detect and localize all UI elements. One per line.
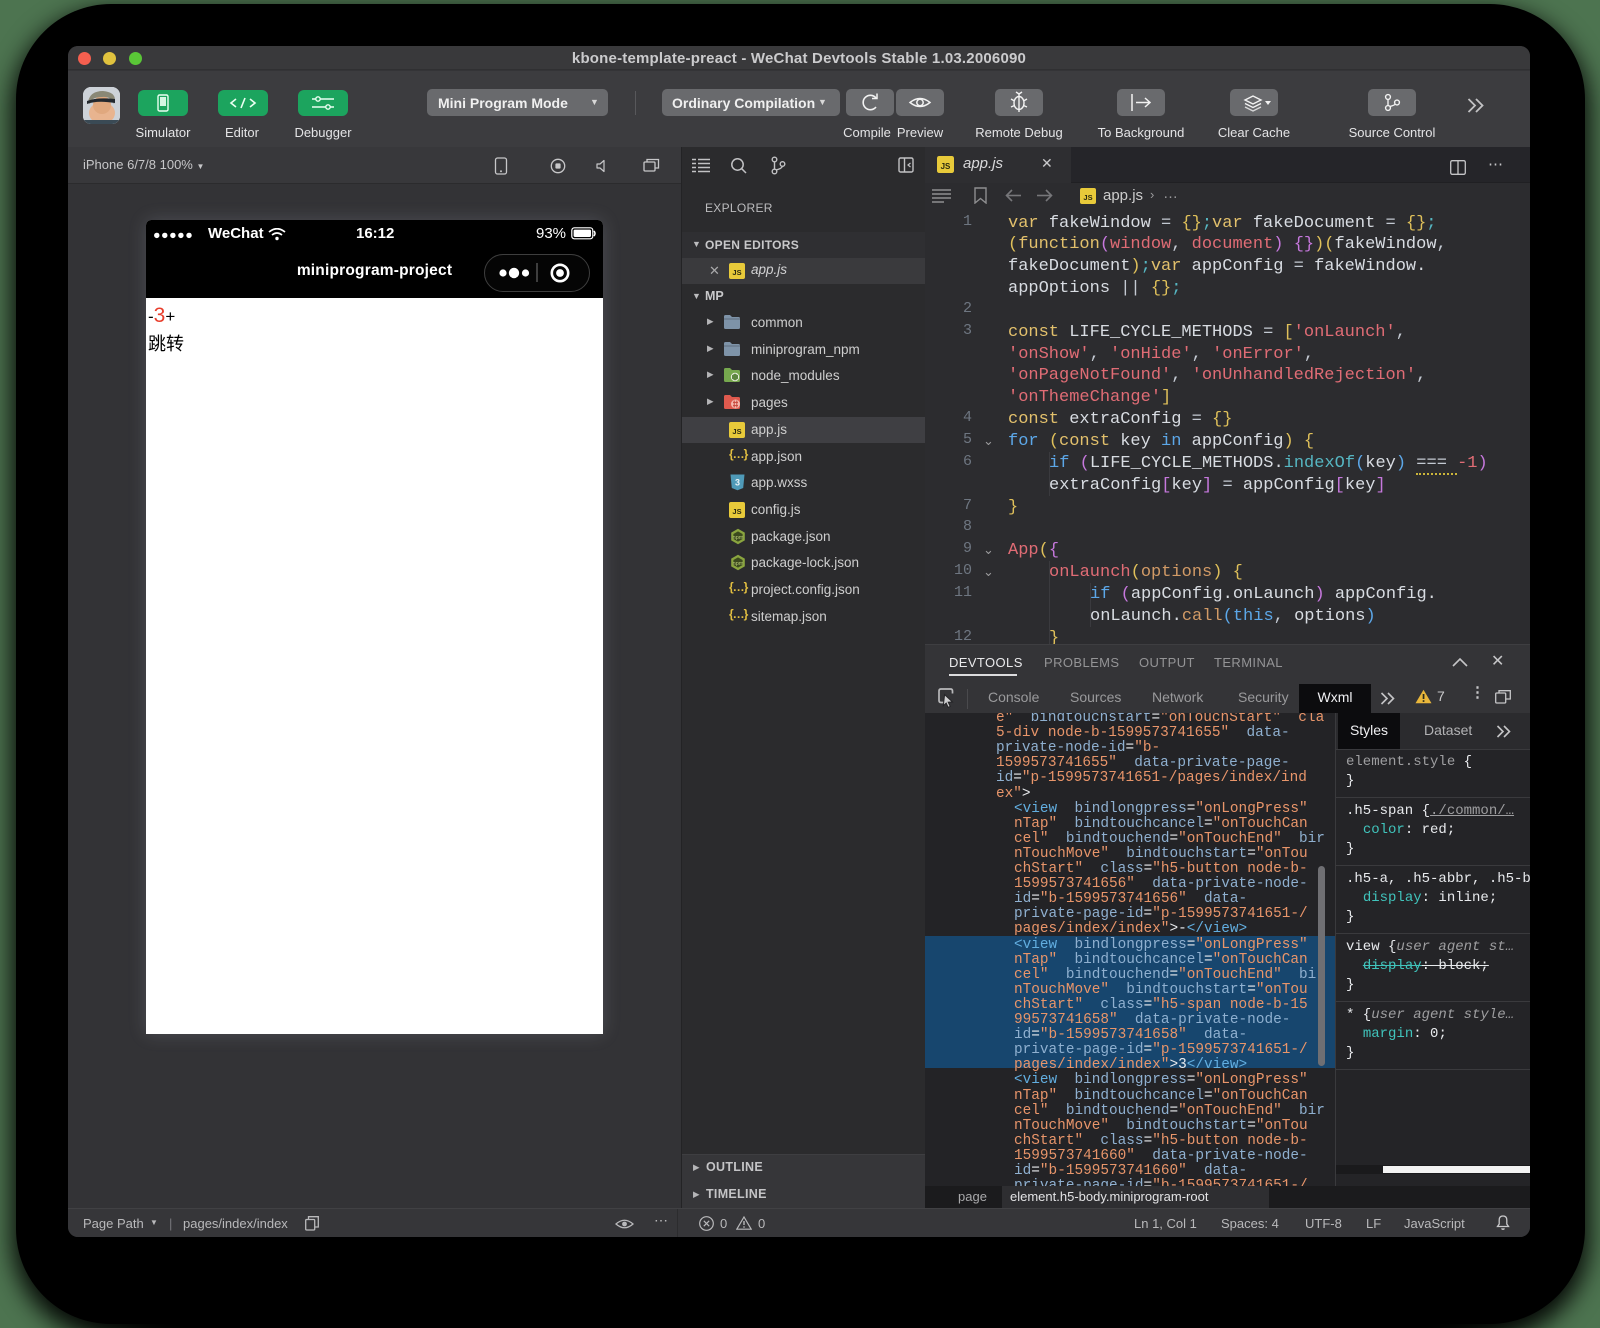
svg-text:JS: JS: [732, 427, 741, 436]
svg-text:JS: JS: [732, 507, 741, 516]
svg-text:JS: JS: [732, 268, 741, 277]
svg-text:3: 3: [735, 478, 740, 488]
svg-text:JS: JS: [1083, 193, 1092, 202]
svg-text:JS: JS: [941, 162, 951, 171]
svg-text:npm: npm: [733, 561, 744, 567]
svg-text:npm: npm: [733, 534, 744, 540]
